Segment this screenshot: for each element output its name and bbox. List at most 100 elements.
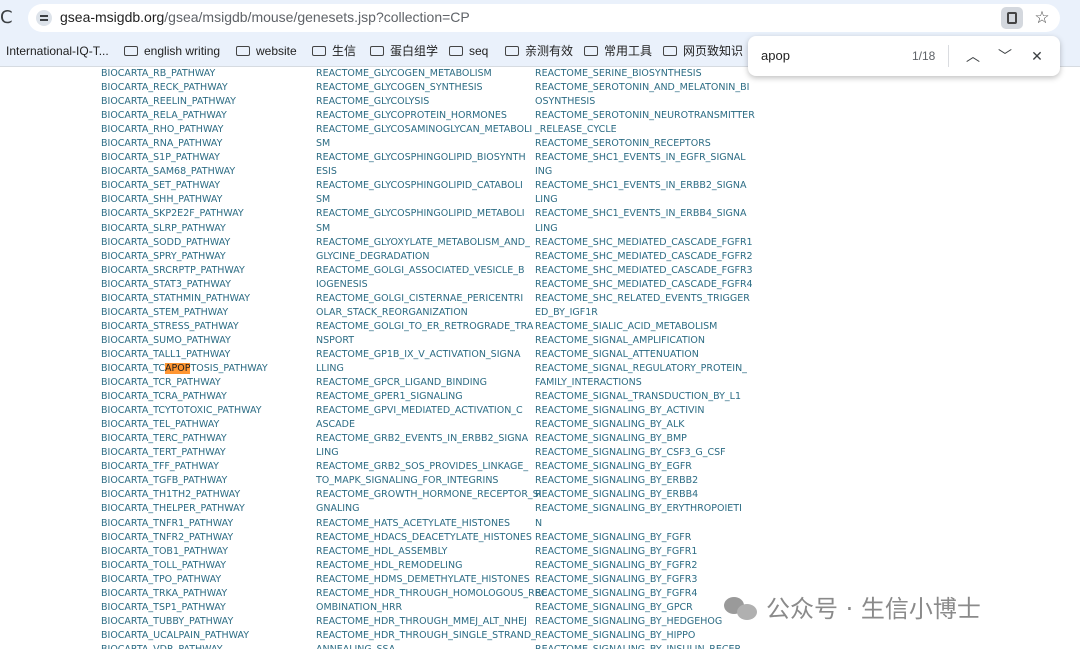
gene-set-link[interactable]: BIOCARTA_TOB1_PATHWAY	[101, 545, 268, 559]
gene-set-link[interactable]: FAMILY_INTERACTIONS	[535, 376, 755, 390]
gene-set-link[interactable]: REACTOME_SIGNALING_BY_CSF3_G_CSF	[535, 446, 755, 460]
gene-set-link[interactable]: SM	[316, 193, 547, 207]
gene-set-link[interactable]: ANNEALING_SSA	[316, 643, 547, 649]
gene-set-link[interactable]: BIOCARTA_RB_PATHWAY	[101, 67, 268, 81]
gene-set-link[interactable]: REACTOME_SIGNALING_BY_EGFR	[535, 460, 755, 474]
gene-set-link[interactable]: BIOCARTA_SHH_PATHWAY	[101, 193, 268, 207]
gene-set-link[interactable]: BIOCARTA_RNA_PATHWAY	[101, 137, 268, 151]
gene-set-link[interactable]: REACTOME_SIGNALING_BY_ERYTHROPOIETI	[535, 502, 755, 516]
gene-set-link[interactable]: BIOCARTA_RELA_PATHWAY	[101, 109, 268, 123]
gene-set-link[interactable]: REACTOME_HDR_THROUGH_HOMOLOGOUS_REC	[316, 587, 547, 601]
bookmark-shengxin[interactable]: 生信	[312, 43, 356, 59]
gene-set-link[interactable]: SM	[316, 222, 547, 236]
gene-set-link[interactable]: REACTOME_GRB2_SOS_PROVIDES_LINKAGE_	[316, 460, 547, 474]
find-next-icon[interactable]: ﹀	[993, 44, 1017, 68]
gene-set-link[interactable]: REACTOME_GLYCOGEN_METABOLISM	[316, 67, 547, 81]
gene-set-link[interactable]: ED_BY_IGF1R	[535, 306, 755, 320]
gene-set-link[interactable]: BIOCARTA_TPO_PATHWAY	[101, 573, 268, 587]
gene-set-link[interactable]: BIOCARTA_RECK_PATHWAY	[101, 81, 268, 95]
bookmark-knowledge[interactable]: 网页致知识	[663, 43, 743, 59]
gene-set-link[interactable]: BIOCARTA_TCR_PATHWAY	[101, 376, 268, 390]
bookmark-website[interactable]: website	[236, 43, 297, 59]
gene-set-link[interactable]: BIOCARTA_TEL_PATHWAY	[101, 418, 268, 432]
gene-set-link[interactable]: BIOCARTA_TNFR2_PATHWAY	[101, 531, 268, 545]
gene-set-link[interactable]: BIOCARTA_STATHMIN_PATHWAY	[101, 292, 268, 306]
gene-set-link[interactable]: REACTOME_HATS_ACETYLATE_HISTONES	[316, 517, 547, 531]
gene-set-link[interactable]: BIOCARTA_THELPER_PATHWAY	[101, 502, 268, 516]
gene-set-link[interactable]: REACTOME_SIGNALING_BY_ALK	[535, 418, 755, 432]
gene-set-link[interactable]: REACTOME_GLYCOLYSIS	[316, 95, 547, 109]
gene-set-link[interactable]: ESIS	[316, 165, 547, 179]
gene-set-link[interactable]: LING	[535, 193, 755, 207]
gene-set-link[interactable]: BIOCARTA_S1P_PATHWAY	[101, 151, 268, 165]
gene-set-link[interactable]: REACTOME_HDR_THROUGH_MMEJ_ALT_NHEJ	[316, 615, 547, 629]
gene-set-link[interactable]: ING	[535, 165, 755, 179]
gene-set-link[interactable]: REACTOME_SIGNALING_BY_HEDGEHOG	[535, 615, 755, 629]
gene-set-link[interactable]: REACTOME_SIGNAL_ATTENUATION	[535, 348, 755, 362]
gene-set-link[interactable]: LING	[316, 446, 547, 460]
gene-set-link[interactable]: BIOCARTA_SET_PATHWAY	[101, 179, 268, 193]
gene-set-link[interactable]: REACTOME_HDR_THROUGH_SINGLE_STRAND_	[316, 629, 547, 643]
bookmark-international[interactable]: International-IQ-T...	[6, 43, 109, 59]
gene-set-link[interactable]: REACTOME_HDL_ASSEMBLY	[316, 545, 547, 559]
gene-set-link[interactable]: REACTOME_GLYCOSPHINGOLIPID_CATABOLI	[316, 179, 547, 193]
gene-set-link[interactable]: BIOCARTA_REELIN_PATHWAY	[101, 95, 268, 109]
gene-set-link[interactable]: BIOCARTA_TERT_PATHWAY	[101, 446, 268, 460]
gene-set-link[interactable]: BIOCARTA_SKP2E2F_PATHWAY	[101, 207, 268, 221]
gene-set-link[interactable]: REACTOME_GP1B_IX_V_ACTIVATION_SIGNA	[316, 348, 547, 362]
gene-set-link[interactable]: BIOCARTA_STRESS_PATHWAY	[101, 320, 268, 334]
gene-set-link[interactable]: REACTOME_GLYCOGEN_SYNTHESIS	[316, 81, 547, 95]
gene-set-link[interactable]: REACTOME_GLYCOSPHINGOLIPID_BIOSYNTH	[316, 151, 547, 165]
gene-set-link[interactable]: REACTOME_SHC1_EVENTS_IN_ERBB2_SIGNA	[535, 179, 755, 193]
bookmark-tested[interactable]: 亲测有效	[505, 43, 573, 59]
gene-set-link[interactable]: REACTOME_HDL_REMODELING	[316, 559, 547, 573]
gene-set-link[interactable]: REACTOME_SIGNALING_BY_HIPPO	[535, 629, 755, 643]
gene-set-link[interactable]: REACTOME_GPCR_LIGAND_BINDING	[316, 376, 547, 390]
site-settings-icon[interactable]	[36, 10, 52, 26]
gene-set-link[interactable]: BIOCARTA_TSP1_PATHWAY	[101, 601, 268, 615]
gene-set-link[interactable]: REACTOME_SIGNALING_BY_GPCR	[535, 601, 755, 615]
gene-set-link[interactable]: REACTOME_SIGNALING_BY_INSULIN_RECEP	[535, 643, 755, 649]
gene-set-link[interactable]: REACTOME_SIGNALING_BY_FGFR2	[535, 559, 755, 573]
gene-set-link[interactable]: REACTOME_GLYCOPROTEIN_HORMONES	[316, 109, 547, 123]
gene-set-link[interactable]: OLAR_STACK_REORGANIZATION	[316, 306, 547, 320]
gene-set-link[interactable]: REACTOME_SIGNALING_BY_ACTIVIN	[535, 404, 755, 418]
gene-set-link[interactable]: REACTOME_GRB2_EVENTS_IN_ERBB2_SIGNA	[316, 432, 547, 446]
gene-set-link[interactable]: BIOCARTA_TOLL_PATHWAY	[101, 559, 268, 573]
gene-set-link[interactable]: BIOCARTA_TERC_PATHWAY	[101, 432, 268, 446]
gene-set-link[interactable]: REACTOME_SEROTONIN_NEUROTRANSMITTER	[535, 109, 755, 123]
bookmark-seq[interactable]: seq	[449, 43, 488, 59]
gene-set-link[interactable]: REACTOME_SIGNALING_BY_FGFR1	[535, 545, 755, 559]
gene-set-link[interactable]: REACTOME_GOLGI_ASSOCIATED_VESICLE_B	[316, 264, 547, 278]
gene-set-link[interactable]: LING	[535, 222, 755, 236]
gene-set-link[interactable]: REACTOME_GPVI_MEDIATED_ACTIVATION_C	[316, 404, 547, 418]
gene-set-link[interactable]: REACTOME_SIGNALING_BY_ERBB2	[535, 474, 755, 488]
gene-set-link[interactable]: REACTOME_GROWTH_HORMONE_RECEPTOR_SI	[316, 488, 547, 502]
gene-set-link[interactable]: REACTOME_GLYOXYLATE_METABOLISM_AND_	[316, 236, 547, 250]
address-bar[interactable]: gsea-msigdb.org/gsea/msigdb/mouse/genese…	[28, 4, 1060, 32]
find-previous-icon[interactable]: ︿	[961, 44, 985, 68]
gene-set-link[interactable]: SM	[316, 137, 547, 151]
gene-set-link[interactable]: REACTOME_SIGNAL_REGULATORY_PROTEIN_	[535, 362, 755, 376]
gene-set-link[interactable]: REACTOME_SIALIC_ACID_METABOLISM	[535, 320, 755, 334]
gene-set-link[interactable]: BIOCARTA_TRKA_PATHWAY	[101, 587, 268, 601]
gene-set-link[interactable]: BIOCARTA_TALL1_PATHWAY	[101, 348, 268, 362]
gene-set-link[interactable]: REACTOME_GOLGI_CISTERNAE_PERICENTRI	[316, 292, 547, 306]
gene-set-link[interactable]: REACTOME_HDACS_DEACETYLATE_HISTONES	[316, 531, 547, 545]
gene-set-link[interactable]: BIOCARTA_TFF_PATHWAY	[101, 460, 268, 474]
gene-set-link[interactable]: REACTOME_SIGNAL_AMPLIFICATION	[535, 334, 755, 348]
gene-set-link[interactable]: REACTOME_SEROTONIN_RECEPTORS	[535, 137, 755, 151]
gene-set-link[interactable]: BIOCARTA_UCALPAIN_PATHWAY	[101, 629, 268, 643]
gene-set-link[interactable]: BIOCARTA_STEM_PATHWAY	[101, 306, 268, 320]
gene-set-link[interactable]: BIOCARTA_TCYTOTOXIC_PATHWAY	[101, 404, 268, 418]
gene-set-link[interactable]: REACTOME_SIGNALING_BY_ERBB4	[535, 488, 755, 502]
find-close-icon[interactable]: ✕	[1025, 44, 1049, 68]
gene-set-link[interactable]: BIOCARTA_TNFR1_PATHWAY	[101, 517, 268, 531]
gene-set-link[interactable]: TO_MAPK_SIGNALING_FOR_INTEGRINS	[316, 474, 547, 488]
gene-set-link[interactable]: REACTOME_SIGNALING_BY_FGFR4	[535, 587, 755, 601]
gene-set-link[interactable]: REACTOME_GPER1_SIGNALING	[316, 390, 547, 404]
gene-set-link[interactable]: REACTOME_GLYCOSAMINOGLYCAN_METABOLI	[316, 123, 547, 137]
gene-set-link[interactable]: BIOCARTA_SLRP_PATHWAY	[101, 222, 268, 236]
gene-set-link[interactable]: REACTOME_SHC_RELATED_EVENTS_TRIGGER	[535, 292, 755, 306]
gene-set-link[interactable]: _RELEASE_CYCLE	[535, 123, 755, 137]
